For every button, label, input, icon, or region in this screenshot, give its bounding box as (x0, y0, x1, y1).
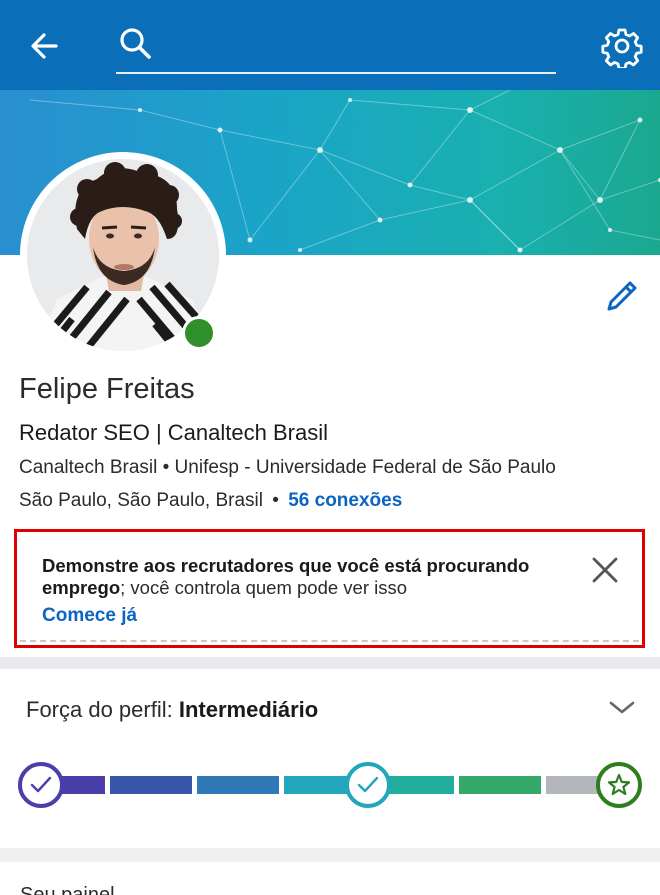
check-icon (30, 776, 52, 793)
meter-segment (197, 776, 279, 794)
profile-location: São Paulo, São Paulo, Brasil (19, 490, 263, 511)
meter-segment (386, 776, 454, 794)
close-icon (592, 557, 618, 583)
search-bar[interactable] (116, 20, 556, 74)
milestone-beginner (18, 762, 64, 808)
connections-link[interactable]: 56 conexões (288, 490, 402, 511)
online-status-indicator (182, 316, 216, 350)
profile-strength-meter (18, 760, 642, 810)
check-icon (357, 776, 379, 793)
arrow-left-icon (31, 33, 58, 59)
open-to-work-message: Demonstre aos recrutadores que você está… (42, 555, 562, 599)
meter-segment (459, 776, 541, 794)
search-input[interactable] (164, 28, 544, 62)
section-divider (0, 657, 660, 669)
card-body: Demonstre aos recrutadores que você está… (20, 535, 639, 642)
settings-button[interactable] (600, 24, 644, 70)
gear-icon (601, 28, 643, 70)
edit-profile-button[interactable] (602, 276, 642, 316)
search-icon (120, 28, 151, 59)
open-to-work-card: Demonstre aos recrutadores que você está… (14, 529, 645, 648)
milestone-intermediate (345, 762, 391, 808)
dismiss-card-button[interactable] (588, 553, 622, 587)
expand-strength-button[interactable] (606, 694, 638, 722)
separator: • (272, 490, 279, 511)
profile-strength-prefix: Força do perfil: (26, 697, 179, 722)
get-started-link[interactable]: Comece já (42, 605, 137, 627)
top-app-bar (0, 0, 660, 90)
meter-segment (58, 776, 105, 794)
profile-location-line: São Paulo, São Paulo, Brasil • 56 conexõ… (19, 490, 402, 512)
pencil-icon (607, 281, 637, 311)
profile-name: Felipe Freitas (19, 373, 195, 405)
profile-strength-level: Intermediário (178, 697, 319, 722)
profile-headline: Redator SEO | Canaltech Brasil (19, 420, 328, 445)
meter-segment (110, 776, 192, 794)
meter-segment (284, 776, 354, 794)
chevron-down-icon (609, 701, 635, 714)
section-divider (0, 848, 660, 862)
profile-company-education: Canaltech Brasil • Unifesp - Universidad… (19, 457, 556, 478)
milestone-all-star (596, 762, 642, 808)
open-to-work-normal-text: ; você controla quem pode ver isso (120, 577, 408, 598)
next-section-title: Seu painel (20, 884, 115, 895)
profile-strength-label: Força do perfil: Intermediário (26, 697, 318, 723)
back-button[interactable] (24, 24, 68, 68)
star-icon (607, 773, 631, 796)
